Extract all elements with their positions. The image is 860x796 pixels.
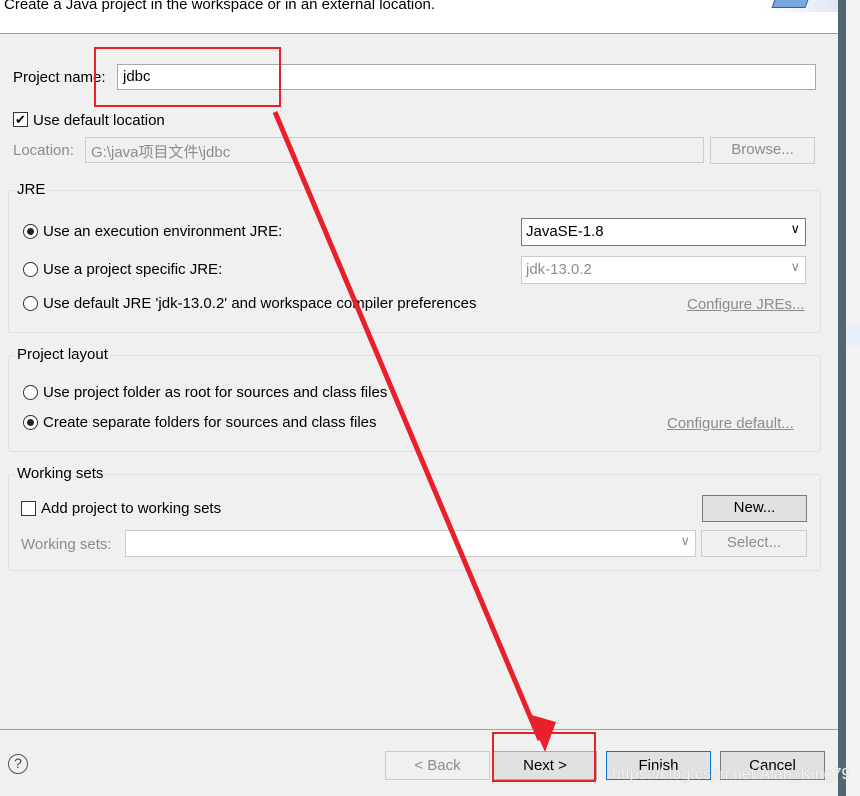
arrow-line bbox=[272, 111, 543, 741]
arrow-head bbox=[528, 714, 556, 752]
annotation-arrow bbox=[272, 111, 556, 752]
watermark: https://blog.csdn.net/Alan_King79 bbox=[612, 766, 851, 783]
